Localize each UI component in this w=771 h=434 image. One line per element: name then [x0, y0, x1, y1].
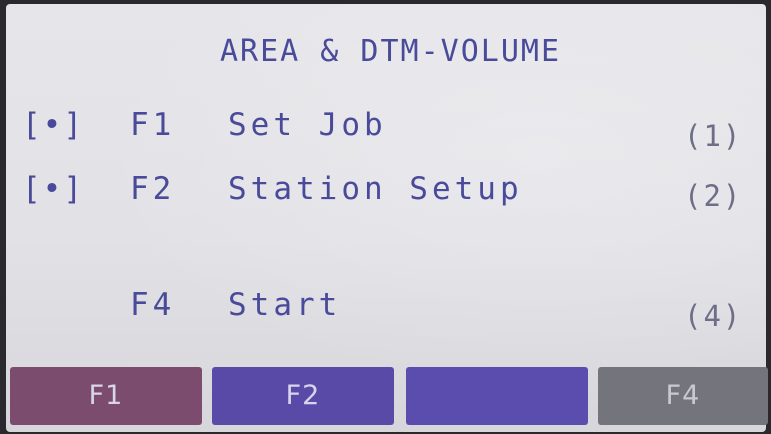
softkey-f1-button[interactable]: F1: [10, 367, 202, 425]
menu-item-step: (1): [684, 119, 743, 153]
screen-title: AREA & DTM-VOLUME: [220, 34, 562, 69]
menu-item-label: Station Setup: [228, 171, 523, 207]
menu-item-key: F4: [130, 287, 176, 323]
softkey-bar: F1 F2 F4: [10, 367, 770, 425]
menu-item-key: F2: [130, 171, 176, 207]
softkey-f2-button[interactable]: F2: [212, 367, 394, 425]
menu-item-label: Set Job: [228, 107, 387, 143]
completed-marker: [•]: [22, 171, 84, 207]
softkey-f4-button[interactable]: F4: [598, 367, 768, 425]
menu-item-label: Start: [228, 287, 342, 323]
menu-item-step: (2): [684, 179, 743, 213]
softkey-f3-button[interactable]: [406, 367, 588, 425]
menu-item-key: F1: [130, 107, 176, 143]
menu-item-step: (4): [684, 299, 743, 333]
completed-marker: [•]: [22, 107, 84, 143]
